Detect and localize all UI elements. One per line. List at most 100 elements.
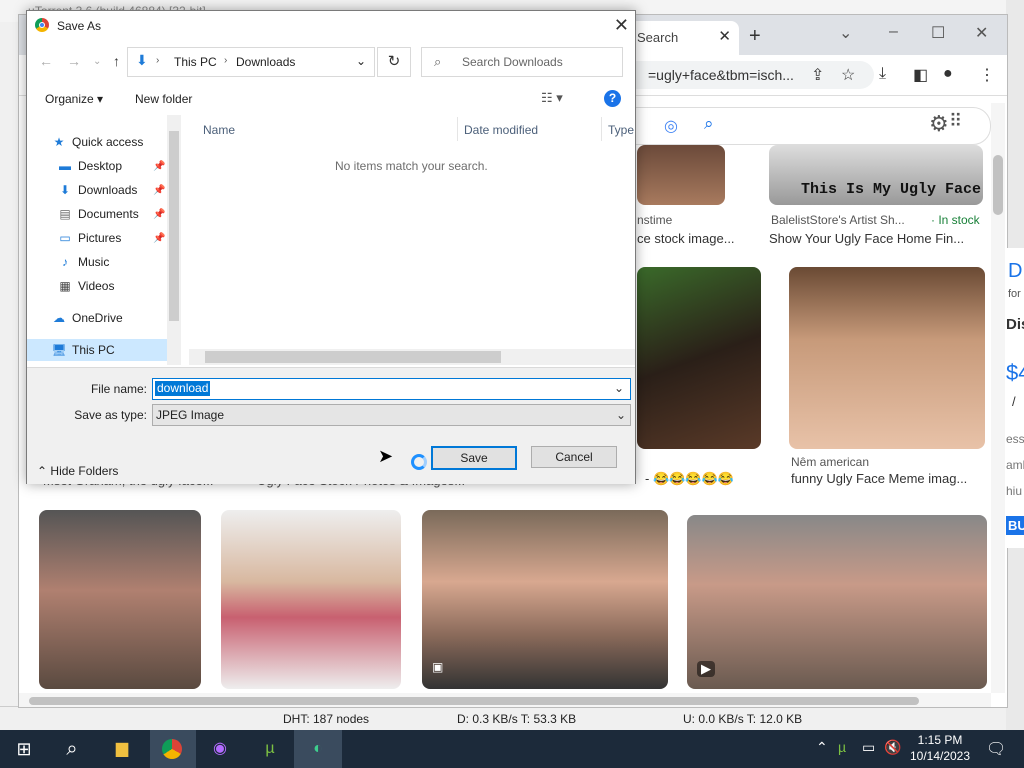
video-play-icon[interactable]: ▶ [697,661,715,677]
column-name[interactable]: Name [203,123,235,137]
address-text: =ugly+face&tbm=isch... [648,67,794,83]
result-caption-1[interactable]: ce stock image... [637,231,735,246]
dialog-close-icon[interactable]: ✕ [614,15,629,36]
apps-grid-icon[interactable]: ⠿ [949,111,962,132]
nav-music[interactable]: ♪ Music [57,255,109,269]
nav-videos[interactable]: ▦ Videos [57,279,114,293]
result-source-1: nstime [637,213,673,227]
nav-desktop[interactable]: ▬ Desktop [57,159,122,173]
result-caption-3[interactable]: - 😂😂😂😂😂 [645,471,734,487]
page-horizontal-scroll-thumb[interactable] [29,697,919,705]
edge-taskbar-icon[interactable]: ◐ [304,736,332,762]
result-caption-2[interactable]: Show Your Ugly Face Home Fin... [769,231,964,246]
result-image-3[interactable] [637,267,761,449]
nav-quick-access[interactable]: ★ Quick access [51,135,144,149]
tray-overflow-chevron-icon[interactable]: ⌃ [816,739,828,756]
navigation-pane: ★ Quick access ▬ Desktop 📌 ⬇ Downloads 📌 ▤ D… [27,115,183,365]
profile-icon[interactable]: ● [943,65,953,83]
save-button[interactable]: Save [431,446,517,470]
search-downloads-input[interactable]: ⌕ Search Downloads [421,47,623,77]
menu-icon[interactable]: ⋮ [979,65,995,85]
chrome-taskbar-icon[interactable] [158,736,186,762]
up-arrow-icon[interactable]: ↑ [113,53,120,69]
organize-button[interactable]: Organize ▾ [45,92,103,106]
result-image-5[interactable] [39,510,201,689]
result-caption-4[interactable]: funny Ugly Face Meme imag... [791,471,967,486]
tray-utorrent-icon[interactable]: µ [838,739,846,755]
tab-search[interactable]: Search ✕ [629,21,739,55]
minimize-icon[interactable]: – [889,23,898,41]
clock[interactable]: 1:15 PM 10/14/2023 [908,732,972,764]
chrome-logo-icon [35,18,49,32]
network-icon[interactable]: ▭ [862,739,875,756]
recent-locations-chevron-icon[interactable]: ⌄ [93,56,101,67]
file-name-dropdown-chevron-icon[interactable]: ⌄ [612,381,626,396]
result-image-1[interactable] [637,145,725,205]
utorrent-taskbar-icon[interactable]: µ [256,736,284,762]
volume-muted-icon[interactable]: 🔇 [884,739,901,756]
help-icon[interactable]: ? [604,90,621,107]
downloads-folder-icon: ⬇ [136,52,148,68]
close-tab-icon[interactable]: ✕ [718,27,731,45]
pin-icon[interactable]: 📌 [153,233,165,244]
nav-desktop-label: Desktop [78,159,123,173]
share-icon[interactable]: ⇪ [811,65,824,85]
column-divider[interactable] [457,117,458,141]
search-icon[interactable]: ⌕ [704,114,714,134]
notifications-icon[interactable]: 🗨 [986,739,1006,759]
breadcrumb[interactable]: ⬇ › This PC › Downloads ⌄ [127,47,375,77]
breadcrumb-this-pc[interactable]: This PC [174,55,217,69]
save-as-type-select[interactable]: JPEG Image ⌄ [152,404,631,426]
maximize-icon[interactable]: ☐ [931,23,945,43]
file-name-input[interactable]: download ⌄ [152,378,631,400]
view-options-icon[interactable]: ☷ ▾ [541,90,563,106]
hide-folders-button[interactable]: ⌃ Hide Folders [37,464,118,478]
pictures-icon: ▭ [59,231,71,245]
pin-icon[interactable]: 📌 [153,209,165,220]
ad-buy-button[interactable]: BUY [1006,516,1024,535]
bookmark-star-icon[interactable]: ☆ [841,65,855,85]
forward-arrow-icon[interactable]: → [67,53,81,69]
file-explorer-icon[interactable]: ▆ [108,736,136,762]
save-type-dropdown-chevron-icon[interactable]: ⌄ [616,408,626,422]
pin-icon[interactable]: 📌 [153,185,165,196]
result-image-6[interactable] [221,510,401,689]
result-image-2[interactable]: This Is My Ugly Face [769,145,983,205]
nav-documents[interactable]: ▤ Documents [57,207,138,221]
media-app-icon[interactable]: ◉ [206,736,234,762]
column-date-modified[interactable]: Date modified [464,123,538,137]
result-source-4: Nêm american [791,455,870,469]
file-list-scroll-thumb[interactable] [205,351,501,363]
nav-pane-scroll-thumb[interactable] [169,131,179,321]
result-image-7[interactable]: ▣ [422,510,668,689]
result-image-4[interactable] [789,267,985,449]
nav-this-pc[interactable]: 🖥 This PC [51,343,114,357]
download-icon[interactable]: ⤓ [879,65,886,83]
column-divider[interactable] [601,117,602,141]
ad-text-5: / [1012,394,1016,409]
pin-icon[interactable]: 📌 [153,161,165,172]
nav-onedrive[interactable]: ☁ OneDrive [51,311,123,325]
new-tab-icon[interactable]: + [749,25,761,48]
page-vertical-scroll-thumb[interactable] [993,155,1003,215]
windows-start-icon[interactable]: ⊞ [10,736,38,762]
new-folder-button[interactable]: New folder [135,92,192,106]
address-dropdown-chevron-icon[interactable]: ⌄ [356,54,366,68]
back-arrow-icon[interactable]: ← [39,53,53,69]
settings-gear-icon[interactable]: ⚙ [929,111,949,137]
side-panel-icon[interactable]: ◧ [913,65,928,85]
nav-onedrive-label: OneDrive [72,311,123,325]
tab-search-chevron-icon[interactable]: ⌄ [839,23,852,43]
nav-pictures[interactable]: ▭ Pictures [57,231,121,245]
breadcrumb-downloads[interactable]: Downloads [236,55,295,69]
save-form: File name: download ⌄ Save as type: JPEG… [27,367,635,484]
search-icon[interactable]: ⌕ [58,736,86,762]
address-bar[interactable]: =ugly+face&tbm=isch... [624,61,874,89]
lens-icon[interactable]: ◎ [664,116,678,136]
column-type[interactable]: Type [608,123,634,137]
close-window-icon[interactable]: ✕ [975,23,988,43]
nav-downloads[interactable]: ⬇ Downloads [57,183,137,197]
refresh-icon[interactable]: ↻ [377,47,411,77]
cancel-button[interactable]: Cancel [531,446,617,468]
result-image-8[interactable]: ▶ [687,515,987,689]
